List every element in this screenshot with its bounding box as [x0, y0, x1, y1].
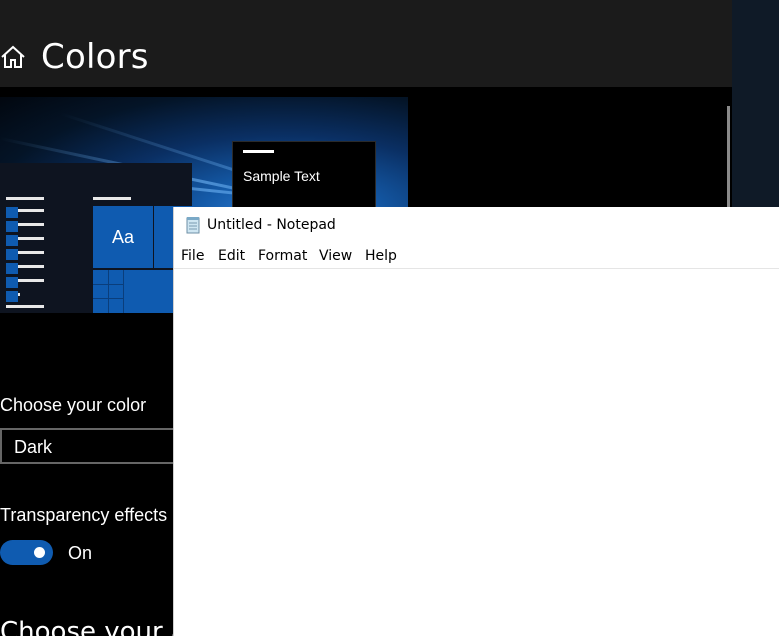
preview-sample-text: Sample Text — [243, 168, 320, 184]
settings-scrollbar[interactable] — [727, 106, 730, 210]
preview-tile-label: Aa — [111, 227, 135, 247]
page-title: Colors — [41, 37, 149, 77]
notepad-window: Untitled - Notepad File Edit Format View… — [173, 207, 779, 636]
transparency-label: Transparency effects — [0, 505, 168, 525]
preview-tile-grid — [93, 270, 173, 313]
menu-view[interactable]: View — [319, 248, 352, 264]
settings-header: Colors — [0, 0, 732, 87]
transparency-state: On — [68, 543, 93, 563]
preview-tile-header — [93, 197, 131, 200]
color-mode-value: Dark — [14, 437, 53, 457]
menu-help[interactable]: Help — [365, 248, 397, 264]
background-window-edge — [732, 0, 779, 207]
choose-color-label: Choose your color — [0, 395, 147, 415]
home-icon[interactable] — [0, 44, 26, 70]
menu-format[interactable]: Format — [258, 248, 307, 264]
preview-tile: Aa — [93, 206, 153, 268]
menu-edit[interactable]: Edit — [218, 248, 245, 264]
menu-file[interactable]: File — [181, 248, 204, 264]
notepad-text-area[interactable] — [174, 269, 779, 636]
toggle-knob — [34, 547, 45, 558]
notepad-icon — [186, 217, 200, 234]
notepad-title: Untitled - Notepad — [207, 217, 336, 233]
preview-sample-window: Sample Text — [232, 141, 376, 209]
color-mode-select[interactable]: Dark — [0, 428, 200, 464]
transparency-toggle[interactable] — [0, 540, 53, 565]
notepad-titlebar[interactable]: Untitled - Notepad — [174, 207, 779, 243]
notepad-menubar: File Edit Format View Help — [174, 245, 779, 267]
